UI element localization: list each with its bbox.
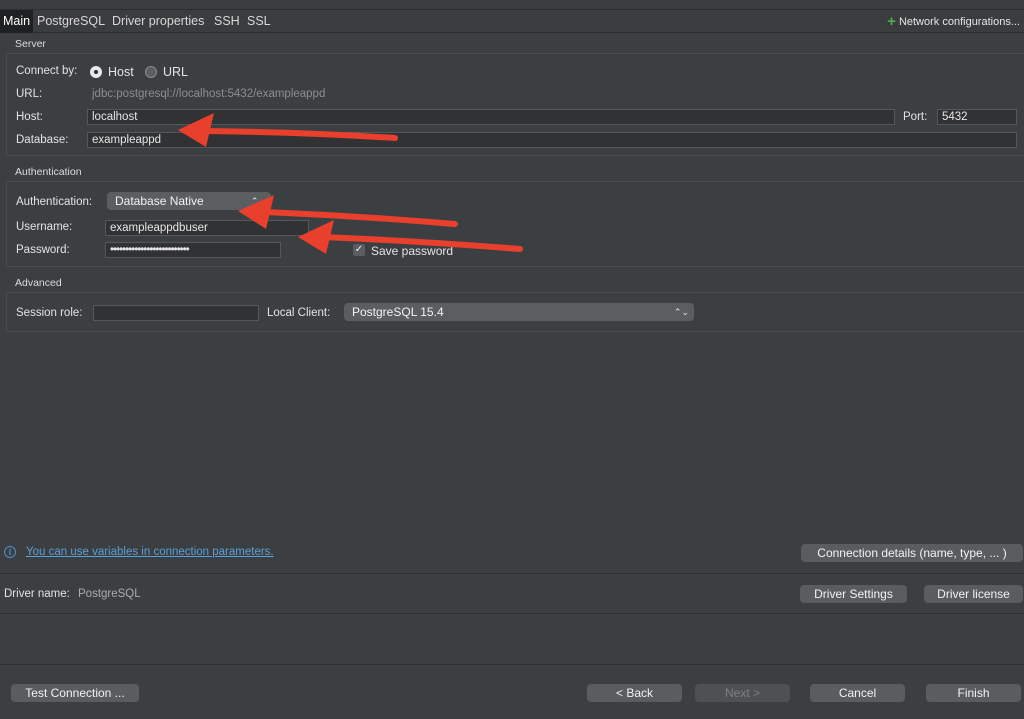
password-field[interactable]: •••••••••••••••••••••••••• [105, 242, 281, 258]
database-label: Database: [16, 134, 69, 146]
divider [0, 664, 1024, 665]
divider [0, 573, 1024, 574]
port-field[interactable]: 5432 [937, 109, 1017, 125]
finish-button[interactable]: Finish [926, 684, 1021, 702]
updown-chevron-icon: ⌃⌄ [673, 307, 689, 317]
advanced-section-title: Advanced [15, 277, 62, 289]
connect-by-label: Connect by: [16, 65, 78, 77]
tab-postgresql[interactable]: PostgreSQL [37, 10, 105, 33]
connection-details-button[interactable]: Connection details (name, type, ... ) [801, 544, 1023, 562]
driver-license-button[interactable]: Driver license [924, 585, 1023, 603]
local-client-select[interactable]: PostgreSQL 15.4 ⌃⌄ [344, 303, 694, 321]
username-field[interactable]: exampleappdbuser [105, 220, 309, 236]
session-role-field[interactable] [93, 305, 259, 321]
port-label: Port: [903, 111, 928, 123]
tab-main[interactable]: Main [0, 10, 34, 33]
url-label: URL: [16, 88, 43, 100]
username-label: Username: [16, 221, 73, 233]
network-configurations-label: Network configurations... [898, 16, 1020, 28]
network-configurations-button[interactable]: + Network configurations... [887, 10, 1020, 33]
local-client-select-value: PostgreSQL 15.4 [352, 305, 444, 319]
driver-name-value: PostgreSQL [78, 588, 141, 600]
next-button: Next > [695, 684, 790, 702]
host-radio-label[interactable]: Host [108, 65, 134, 79]
url-radio-label[interactable]: URL [163, 65, 188, 79]
password-label: Password: [16, 244, 70, 256]
database-field[interactable]: exampleappd [87, 132, 1017, 148]
authentication-section-title: Authentication [15, 166, 82, 178]
host-label: Host: [16, 111, 43, 123]
driver-name-label: Driver name: [4, 588, 70, 600]
updown-chevron-icon: ⌃⌄ [250, 196, 266, 206]
driver-settings-button[interactable]: Driver Settings [800, 585, 907, 603]
url-field: jdbc:postgresql://localhost:5432/example… [92, 88, 326, 100]
back-button[interactable]: < Back [587, 684, 682, 702]
tab-ssh[interactable]: SSH [214, 10, 240, 33]
save-password-label[interactable]: Save password [371, 244, 453, 258]
host-radio[interactable] [90, 66, 102, 78]
authentication-select-value: Database Native [115, 194, 204, 208]
divider [0, 613, 1024, 614]
url-radio[interactable] [145, 66, 157, 78]
plus-icon: + [887, 13, 896, 30]
authentication-label: Authentication: [16, 196, 93, 208]
tab-driver-properties[interactable]: Driver properties [112, 10, 204, 33]
host-field[interactable]: localhost [87, 109, 895, 125]
local-client-label: Local Client: [267, 307, 331, 319]
session-role-label: Session role: [16, 307, 83, 319]
info-icon: i [4, 546, 16, 558]
server-section-title: Server [15, 38, 46, 50]
authentication-select[interactable]: Database Native ⌃⌄ [107, 192, 271, 210]
save-password-checkbox[interactable]: ✓ [353, 244, 365, 256]
tab-bar: Main PostgreSQL Driver properties SSH SS… [0, 10, 1024, 33]
variables-help-link[interactable]: You can use variables in connection para… [26, 546, 274, 558]
cancel-button[interactable]: Cancel [810, 684, 905, 702]
window-top-strip [0, 0, 1024, 10]
test-connection-button[interactable]: Test Connection ... [11, 684, 139, 702]
tab-ssl[interactable]: SSL [247, 10, 271, 33]
